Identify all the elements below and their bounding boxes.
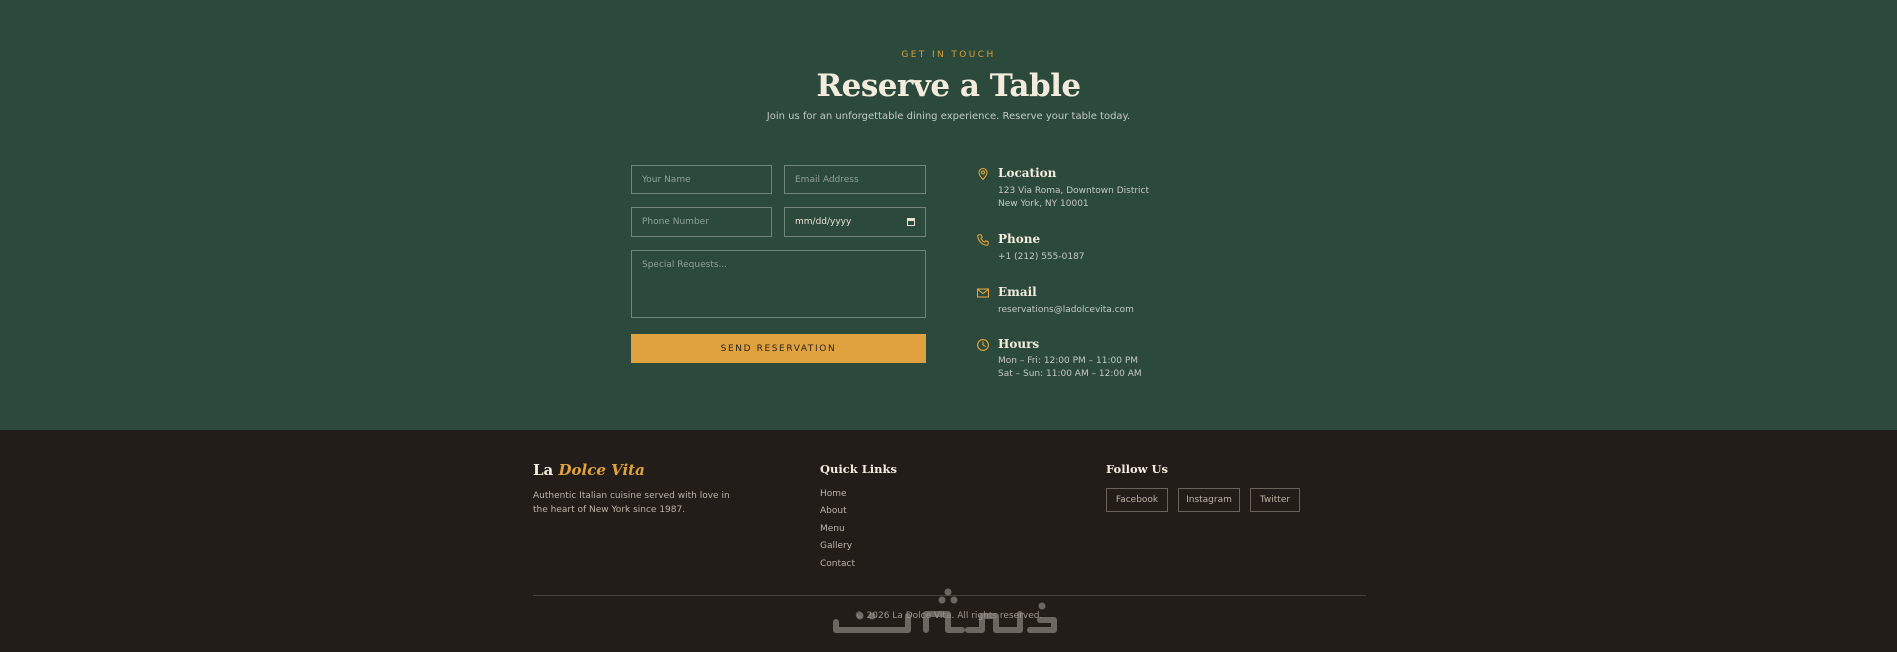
location-title: Location <box>998 166 1057 180</box>
quick-link-contact[interactable]: Contact <box>820 559 855 569</box>
email-input[interactable]: Email Address <box>784 165 926 194</box>
footer-logo[interactable]: La Dolce Vita <box>533 461 645 479</box>
social-facebook-link[interactable]: Facebook <box>1106 488 1168 512</box>
clock-icon <box>977 339 989 351</box>
name-placeholder: Your Name <box>642 174 691 185</box>
quick-link-gallery[interactable]: Gallery <box>820 541 852 551</box>
location-address-line1: 123 Via Roma, Downtown District <box>998 186 1150 196</box>
hours-title: Hours <box>998 337 1040 351</box>
hours-weekends: Sat – Sun: 11:00 AM – 12:00 AM <box>998 369 1142 379</box>
phone-placeholder: Phone Number <box>642 217 709 227</box>
brand-accent: Dolce Vita <box>558 461 645 479</box>
special-requests-textarea[interactable]: Special Requests... <box>631 250 926 318</box>
email-address: reservations@ladolcevita.com <box>998 305 1134 315</box>
section-title: Reserve a Table <box>816 68 1081 104</box>
map-pin-icon <box>978 167 988 181</box>
mail-icon <box>976 288 990 298</box>
requests-placeholder: Special Requests... <box>642 260 728 270</box>
quick-link-home[interactable]: Home <box>820 489 847 499</box>
phone-icon <box>977 234 989 246</box>
quick-link-about[interactable]: About <box>820 506 847 516</box>
section-subtitle: Join us for an unforgettable dining expe… <box>766 111 1131 122</box>
social-twitter-link[interactable]: Twitter <box>1250 488 1300 512</box>
calendar-icon[interactable] <box>907 218 915 226</box>
section-eyebrow: GET IN TOUCH <box>901 50 996 60</box>
reservation-section: GET IN TOUCH Reserve a Table Join us for… <box>0 0 1897 430</box>
send-reservation-button[interactable]: SEND RESERVATION <box>631 334 926 363</box>
date-value: mm/dd/yyyy <box>795 217 852 227</box>
quick-links-heading: Quick Links <box>820 462 897 476</box>
copyright-text: © 2026 La Dolce Vita. All rights reserve… <box>854 611 1043 621</box>
location-address-line2: New York, NY 10001 <box>998 199 1089 209</box>
phone-input[interactable]: Phone Number <box>631 207 772 237</box>
email-placeholder: Email Address <box>795 174 859 185</box>
phone-number: +1 (212) 555-0187 <box>998 252 1085 262</box>
quick-link-menu[interactable]: Menu <box>820 524 845 534</box>
footer-description: Authentic Italian cuisine served with lo… <box>533 491 730 515</box>
hours-weekdays: Mon – Fri: 12:00 PM – 11:00 PM <box>998 356 1139 366</box>
follow-us-heading: Follow Us <box>1106 462 1169 476</box>
email-title: Email <box>998 285 1037 299</box>
social-instagram-link[interactable]: Instagram <box>1178 488 1240 512</box>
name-input[interactable]: Your Name <box>631 165 772 194</box>
brand-prefix: La <box>533 461 559 479</box>
phone-title: Phone <box>998 232 1041 246</box>
date-input[interactable]: mm/dd/yyyy <box>784 207 926 237</box>
